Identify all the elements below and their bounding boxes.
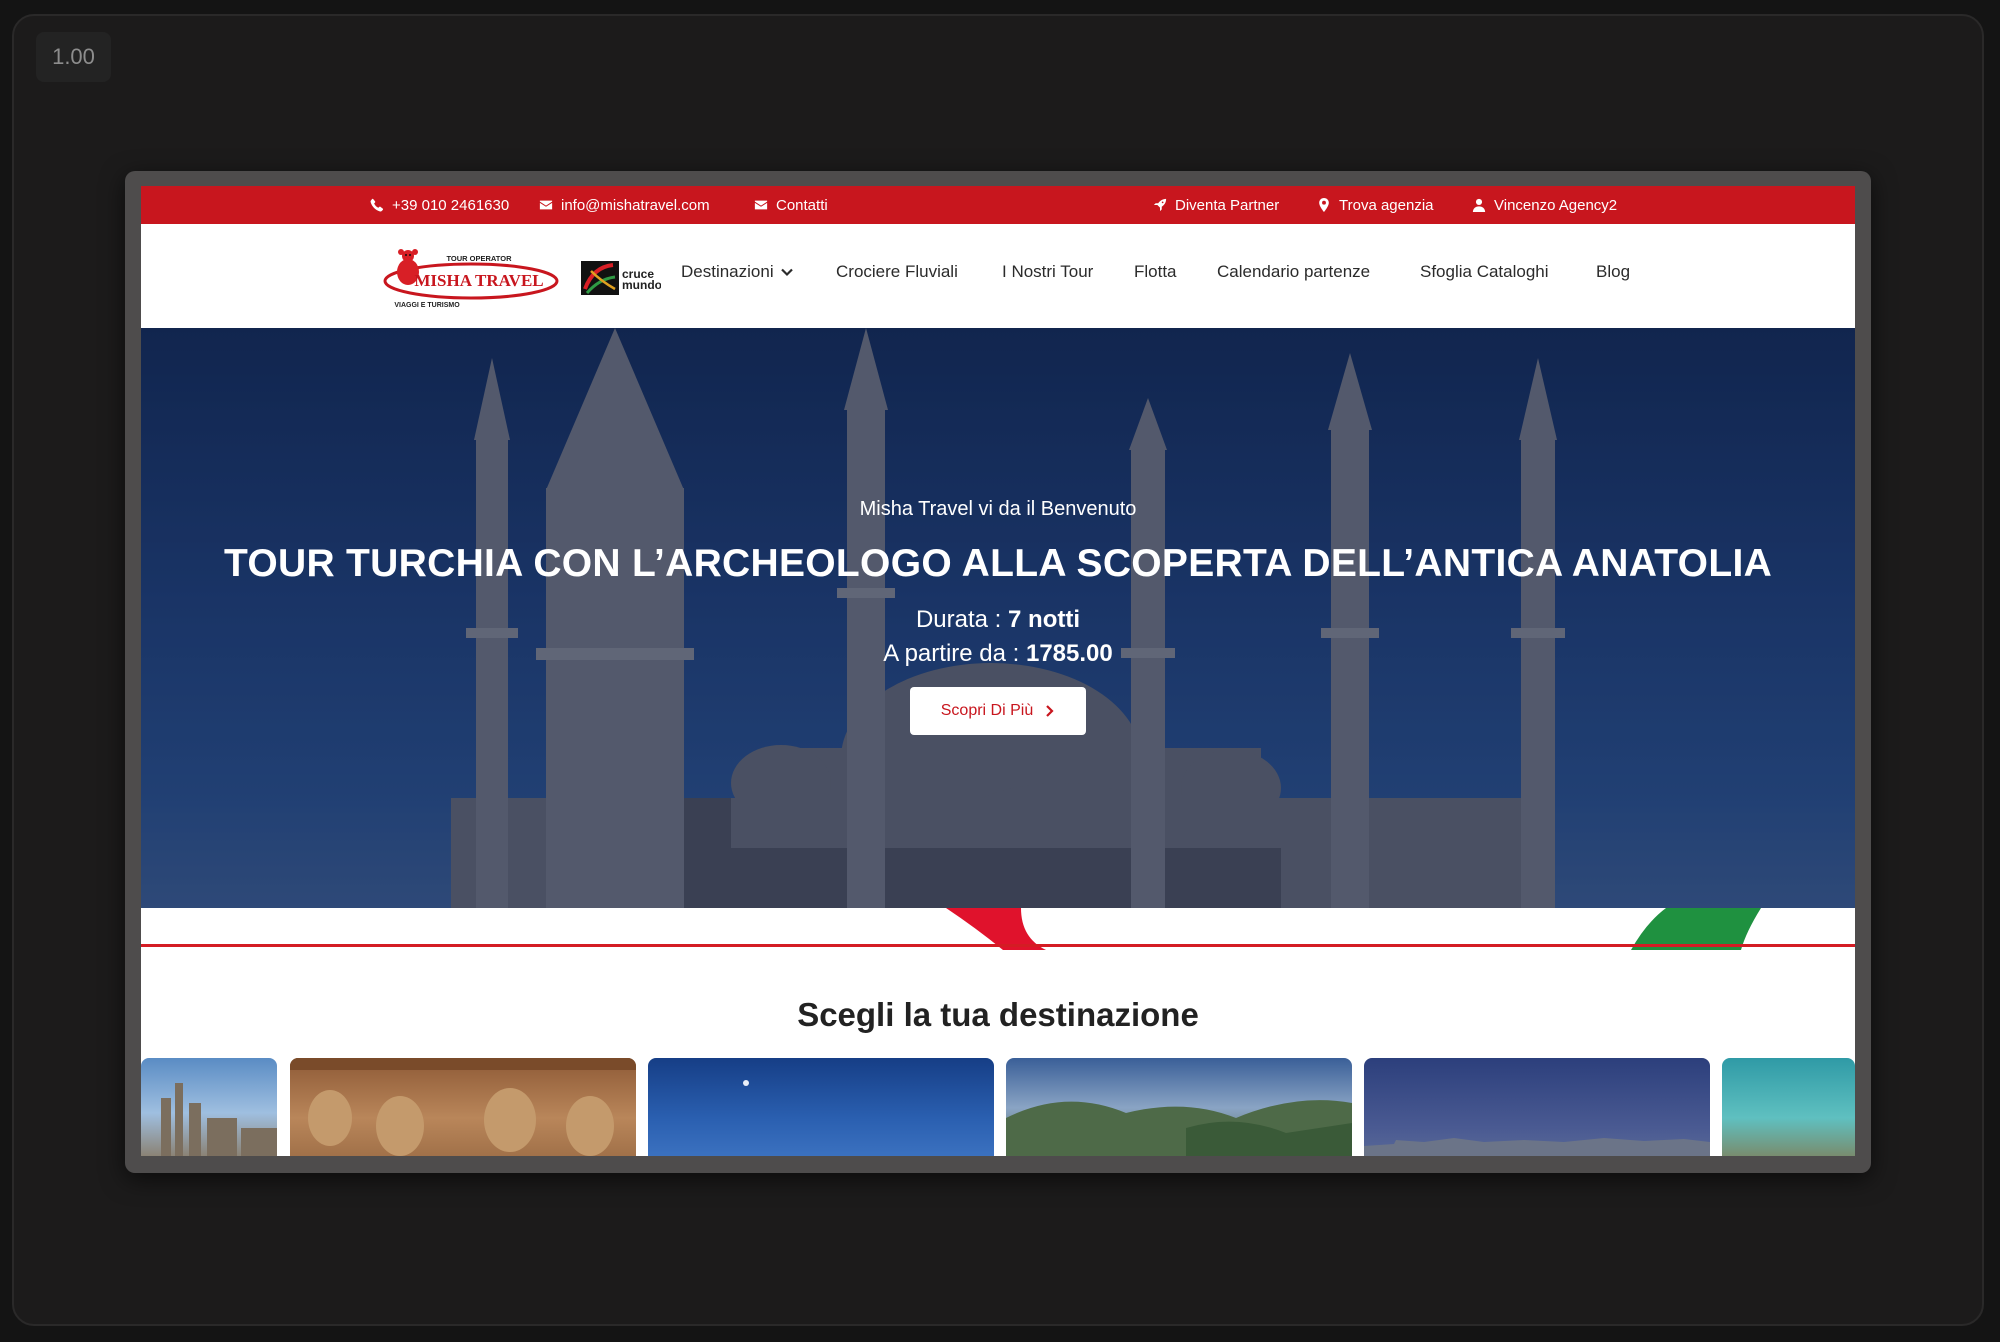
destinations-title: Scegli la tua destinazione (797, 996, 1199, 1033)
find-agency-link[interactable]: Trova agenzia (1317, 186, 1434, 224)
destination-image-egypt (290, 1058, 636, 1156)
email-address: info@mishatravel.com (561, 196, 710, 214)
nav-destinazioni-label: Destinazioni (681, 262, 774, 281)
email-link[interactable]: info@mishatravel.com (539, 186, 710, 224)
destination-card[interactable] (648, 1058, 994, 1156)
nav-crociere-fluviali-label: Crociere Fluviali (836, 262, 958, 281)
hero-title: TOUR TURCHIA CON L’ARCHEOLOGO ALLA SCOPE… (223, 542, 1773, 585)
destination-card[interactable] (1364, 1058, 1710, 1156)
crucemundo-logo[interactable]: cruce mundo (581, 259, 661, 297)
user-account-link[interactable]: Vincenzo Agency2 (1472, 186, 1617, 224)
nav-nostri-tour[interactable]: I Nostri Tour (1002, 262, 1093, 282)
hero-price-value: 1785.00 (1025, 640, 1113, 667)
map-pin-icon (1319, 198, 1329, 212)
destination-image-mountains (1006, 1100, 1352, 1156)
logo-misha-travel: MISHA TRAVEL (414, 271, 543, 290)
destination-image-skyline (1364, 1138, 1710, 1156)
phone-link[interactable]: +39 010 2461630 (370, 186, 509, 224)
hero-banner: Misha Travel vi da il Benvenuto TOUR TUR… (141, 328, 1855, 908)
envelope-icon (754, 200, 768, 210)
nav-sfoglia-cataloghi-label: Sfoglia Cataloghi (1420, 262, 1549, 281)
top-contact-bar: +39 010 2461630 info@mishatravel.com Con… (141, 186, 1855, 224)
scopri-di-piu-label: Scopri Di Più (940, 702, 1034, 719)
hero-price-label: A partire da : (883, 640, 1026, 667)
destination-card[interactable] (141, 1058, 277, 1156)
destination-card[interactable] (1722, 1058, 1855, 1156)
nav-flotta[interactable]: Flotta (1134, 262, 1177, 282)
phone-number: +39 010 2461630 (392, 196, 510, 214)
contact-link[interactable]: Contatti (754, 186, 828, 224)
logo-viaggi-turismo: VIAGGI E TURISMO (394, 302, 460, 309)
hero-duration-value: 7 notti (1008, 606, 1081, 633)
nav-calendario-partenze-label: Calendario partenze (1217, 262, 1371, 281)
red-divider-line (141, 944, 1855, 947)
nav-destinazioni[interactable]: Destinazioni (681, 262, 794, 282)
user-name: Vincenzo Agency2 (1494, 196, 1618, 214)
hero-welcome-text: Misha Travel vi da il Benvenuto (859, 498, 1137, 520)
destination-card[interactable] (1006, 1058, 1352, 1156)
nav-calendario-partenze[interactable]: Calendario partenze (1217, 262, 1370, 282)
nav-flotta-label: Flotta (1134, 262, 1177, 281)
nav-nostri-tour-label: I Nostri Tour (1002, 262, 1094, 281)
contact-label: Contatti (776, 196, 828, 214)
destination-image-city (161, 1083, 277, 1156)
chevron-right-icon (1046, 705, 1054, 717)
main-navbar: TOUR OPERATOR MISHA TRAVEL VIAGGI E TURI… (141, 224, 1855, 328)
nav-blog[interactable]: Blog (1596, 262, 1630, 282)
rocket-icon (1153, 198, 1167, 212)
destination-card[interactable] (290, 1058, 636, 1156)
hero-duration: Durata : 7 notti (141, 606, 1855, 634)
envelope-icon (539, 200, 553, 210)
nav-crociere-fluviali[interactable]: Crociere Fluviali (836, 262, 958, 282)
user-icon (1472, 198, 1486, 212)
scopri-di-piu-button[interactable]: Scopri Di Più (910, 687, 1086, 735)
destination-image-sky (743, 1080, 749, 1086)
misha-travel-logo[interactable]: TOUR OPERATOR MISHA TRAVEL VIAGGI E TURI… (381, 244, 559, 310)
nav-sfoglia-cataloghi[interactable]: Sfoglia Cataloghi (1420, 262, 1549, 282)
logo-tour-operator: TOUR OPERATOR (446, 254, 512, 263)
chevron-down-icon (780, 268, 793, 277)
nav-blog-label: Blog (1596, 262, 1631, 281)
logo-mundo: mundo (622, 278, 661, 292)
zoom-level-badge[interactable]: 1.00 (36, 32, 111, 82)
partner-label: Diventa Partner (1175, 196, 1280, 214)
find-agency-label: Trova agenzia (1339, 196, 1434, 214)
hero-price: A partire da : 1785.00 (141, 640, 1855, 668)
website-preview: +39 010 2461630 info@mishatravel.com Con… (141, 186, 1855, 1156)
hero-duration-label: Durata : (915, 606, 1009, 633)
phone-icon (370, 198, 384, 212)
partner-link[interactable]: Diventa Partner (1153, 186, 1279, 224)
